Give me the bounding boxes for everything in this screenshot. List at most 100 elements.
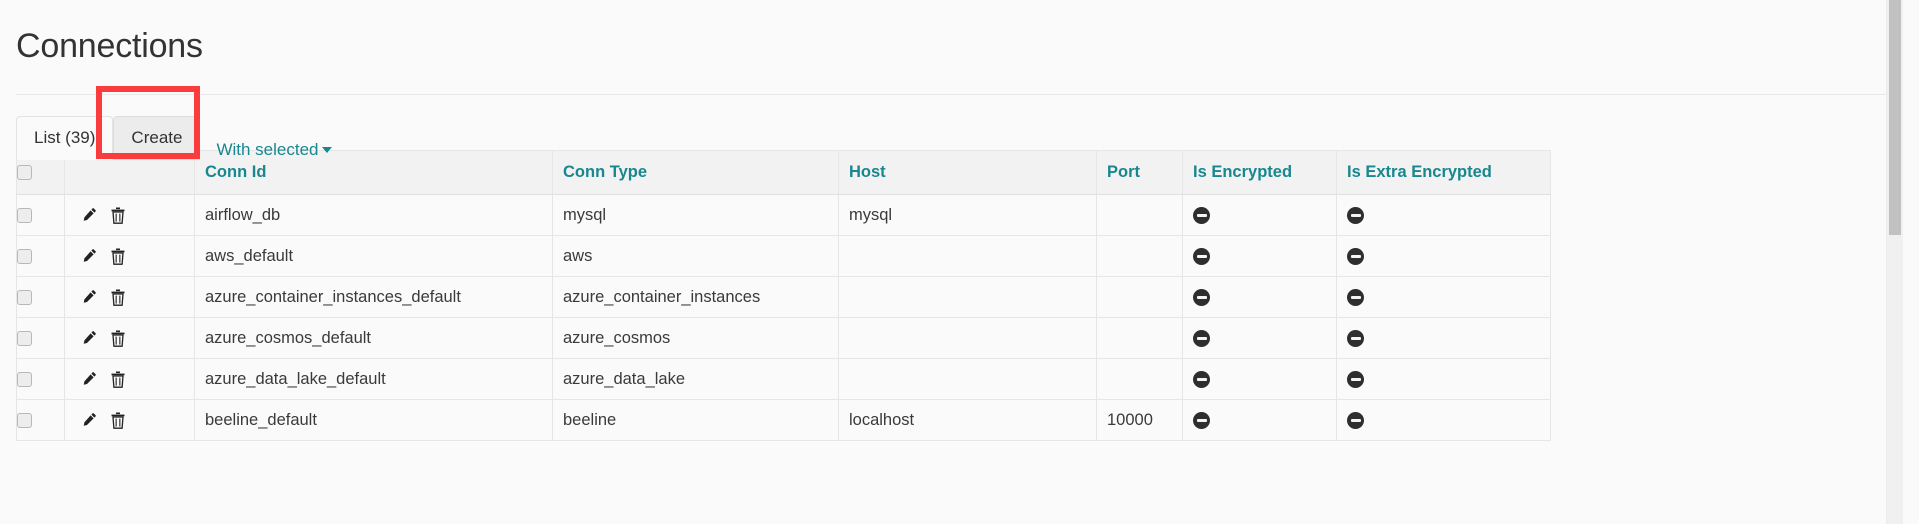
table-row: azure_container_instances_default azure_c… xyxy=(16,276,1551,318)
table-row: aws_default aws xyxy=(16,235,1551,277)
cell-conn-type: mysql xyxy=(552,194,839,236)
row-select-cell xyxy=(16,276,65,318)
cell-port: 10000 xyxy=(1096,399,1183,441)
with-selected-dropdown[interactable]: With selected xyxy=(216,140,332,160)
cell-host: localhost xyxy=(838,399,1097,441)
pencil-icon[interactable] xyxy=(79,328,99,348)
trash-icon[interactable] xyxy=(108,410,128,430)
scrollbar-thumb[interactable] xyxy=(1889,0,1901,235)
tab-create[interactable]: Create xyxy=(113,116,201,160)
row-actions-cell xyxy=(64,358,195,400)
cell-is-extra-encrypted xyxy=(1336,276,1551,318)
row-select-cell xyxy=(16,235,65,277)
row-actions-cell xyxy=(64,194,195,236)
cell-conn-type: azure_cosmos xyxy=(552,317,839,359)
cell-conn-type: beeline xyxy=(552,399,839,441)
row-actions-cell xyxy=(64,276,195,318)
header-host[interactable]: Host xyxy=(838,150,1097,195)
header-conn-type[interactable]: Conn Type xyxy=(552,150,839,195)
pencil-icon[interactable] xyxy=(79,410,99,430)
cell-conn-id: beeline_default xyxy=(194,399,553,441)
pencil-icon[interactable] xyxy=(79,246,99,266)
table-row: azure_cosmos_default azure_cosmos xyxy=(16,317,1551,359)
row-select-cell xyxy=(16,317,65,359)
minus-circle-icon xyxy=(1347,247,1364,265)
row-actions-cell xyxy=(64,235,195,277)
row-select-checkbox[interactable] xyxy=(17,412,32,428)
with-selected-label: With selected xyxy=(216,140,319,159)
cell-is-extra-encrypted xyxy=(1336,358,1551,400)
row-select-checkbox[interactable] xyxy=(17,248,32,264)
cell-conn-id-text: aws_default xyxy=(205,246,294,265)
row-select-checkbox[interactable] xyxy=(17,330,32,346)
header-is-encrypted[interactable]: Is Encrypted xyxy=(1182,150,1337,195)
cell-conn-type-text: azure_container_instances xyxy=(563,287,761,306)
trash-icon[interactable] xyxy=(108,246,128,266)
cell-is-encrypted xyxy=(1182,276,1337,318)
row-select-checkbox[interactable] xyxy=(17,289,32,305)
minus-circle-icon xyxy=(1347,411,1364,429)
cell-conn-type-text: azure_data_lake xyxy=(563,369,686,388)
row-actions-cell xyxy=(64,399,195,441)
cell-conn-type-text: beeline xyxy=(563,410,617,429)
minus-circle-icon xyxy=(1193,329,1210,347)
table-row: airflow_db mysql mysql xyxy=(16,194,1551,236)
header-port[interactable]: Port xyxy=(1096,150,1183,195)
minus-circle-icon xyxy=(1193,288,1210,306)
trash-icon[interactable] xyxy=(108,328,128,348)
row-actions-cell xyxy=(64,317,195,359)
minus-circle-icon xyxy=(1193,206,1210,224)
cell-port xyxy=(1096,235,1183,277)
cell-conn-type-text: azure_cosmos xyxy=(563,328,671,347)
cell-is-extra-encrypted xyxy=(1336,194,1551,236)
page-title: Connections xyxy=(16,27,203,65)
cell-is-encrypted xyxy=(1182,358,1337,400)
cell-conn-id-text: airflow_db xyxy=(205,205,281,224)
nav-tabs: List (39) Create xyxy=(16,116,201,160)
cell-is-extra-encrypted xyxy=(1336,235,1551,277)
row-select-cell xyxy=(16,399,65,441)
cell-is-extra-encrypted xyxy=(1336,317,1551,359)
page-viewport: Connections List (39) Create With select… xyxy=(0,0,1903,524)
cell-host-text: localhost xyxy=(849,410,915,429)
row-select-cell xyxy=(16,194,65,236)
cell-is-encrypted xyxy=(1182,399,1337,441)
vertical-scrollbar[interactable] xyxy=(1886,0,1903,524)
cell-port xyxy=(1096,194,1183,236)
cell-host xyxy=(838,276,1097,318)
connections-table: Conn Id Conn Type Host Port Is Encrypted… xyxy=(16,150,1551,441)
cell-conn-id-text: azure_container_instances_default xyxy=(205,287,461,306)
cell-is-encrypted xyxy=(1182,317,1337,359)
row-select-cell xyxy=(16,358,65,400)
select-all-checkbox[interactable] xyxy=(17,165,32,181)
table-body: airflow_db mysql mysql aws_default aws azure_… xyxy=(16,194,1551,441)
cell-port-text: 10000 xyxy=(1107,410,1153,429)
pencil-icon[interactable] xyxy=(79,287,99,307)
toolbar: List (39) Create With selected xyxy=(16,95,1887,160)
cell-conn-id: aws_default xyxy=(194,235,553,277)
cell-conn-type-text: mysql xyxy=(563,205,607,224)
cell-conn-id-text: azure_cosmos_default xyxy=(205,328,372,347)
cell-conn-id: azure_container_instances_default xyxy=(194,276,553,318)
row-select-checkbox[interactable] xyxy=(17,207,32,223)
cell-host xyxy=(838,358,1097,400)
minus-circle-icon xyxy=(1193,370,1210,388)
cell-host-text: mysql xyxy=(849,205,893,224)
cell-is-encrypted xyxy=(1182,194,1337,236)
cell-port xyxy=(1096,358,1183,400)
pencil-icon[interactable] xyxy=(79,369,99,389)
tab-list[interactable]: List (39) xyxy=(16,116,114,160)
cell-host xyxy=(838,235,1097,277)
trash-icon[interactable] xyxy=(108,369,128,389)
cell-conn-type: aws xyxy=(552,235,839,277)
cell-port xyxy=(1096,276,1183,318)
cell-conn-id-text: azure_data_lake_default xyxy=(205,369,386,388)
row-select-checkbox[interactable] xyxy=(17,371,32,387)
trash-icon[interactable] xyxy=(108,287,128,307)
header-is-extra-encrypted[interactable]: Is Extra Encrypted xyxy=(1336,150,1551,195)
pencil-icon[interactable] xyxy=(79,205,99,225)
cell-port xyxy=(1096,317,1183,359)
trash-icon[interactable] xyxy=(108,205,128,225)
cell-conn-type: azure_data_lake xyxy=(552,358,839,400)
cell-host xyxy=(838,317,1097,359)
